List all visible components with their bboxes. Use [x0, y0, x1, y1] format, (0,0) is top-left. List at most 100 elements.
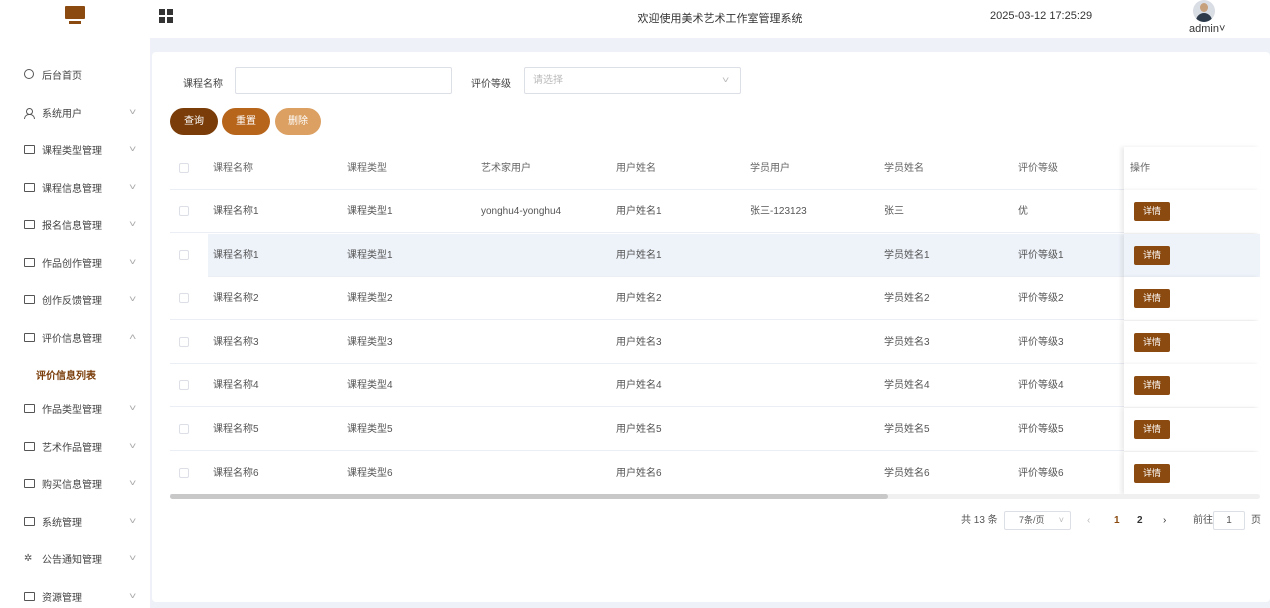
col-student-name-cell: 学员姓名4: [884, 380, 930, 392]
col-student-name-cell: 张三: [884, 206, 904, 217]
col-student-name-cell: 学员姓名3: [884, 336, 930, 348]
table-row[interactable]: 课程名称4 课程类型4 用户姓名4 学员姓名4 评价等级4 详情: [170, 364, 1260, 408]
sidebar-item-artworks[interactable]: 艺术作品管理 ˅: [0, 428, 150, 464]
detail-button[interactable]: 详情: [1134, 420, 1170, 439]
sidebar-item-system-users[interactable]: 系统用户 ˅: [0, 94, 150, 130]
clock-icon: [24, 69, 34, 79]
sidebar-item-enrollment[interactable]: 报名信息管理 ˅: [0, 206, 150, 242]
col-rating-cell: 评价等级6: [1018, 467, 1064, 479]
row-checkbox[interactable]: [179, 380, 189, 391]
scrollbar-thumb[interactable]: [170, 494, 888, 499]
sidebar-item-evaluation[interactable]: 评价信息管理 ˄: [0, 319, 150, 355]
detail-button[interactable]: 详情: [1134, 289, 1170, 309]
col-user-name-cell: 用户姓名1: [616, 249, 662, 261]
col-course-name-cell: 课程名称4: [213, 380, 259, 392]
rating-select[interactable]: 请选择 ˅: [524, 67, 741, 94]
table-horizontal-scrollbar[interactable]: [170, 494, 1260, 499]
chevron-down-icon: ˅: [128, 441, 137, 451]
detail-button[interactable]: 详情: [1134, 332, 1170, 352]
user-menu[interactable]: admin˅: [1189, 23, 1225, 35]
reset-button[interactable]: 重置: [222, 108, 270, 135]
table-row[interactable]: 课程名称2 课程类型2 用户姓名2 学员姓名2 评价等级2 详情: [170, 277, 1260, 321]
sidebar-item-artwork-types[interactable]: 作品类型管理 ˅: [0, 390, 150, 426]
goto-page-input[interactable]: [1213, 511, 1245, 530]
monitor-icon: [24, 591, 35, 601]
sidebar-item-course-info[interactable]: 课程信息管理 ˅: [0, 169, 150, 205]
next-page-button[interactable]: ›: [1163, 511, 1166, 530]
col-user-name-cell: 用户姓名5: [616, 424, 662, 435]
sidebar-item-label: 创作反馈管理: [42, 295, 102, 307]
sidebar-item-creation-feedback[interactable]: 创作反馈管理 ˅: [0, 281, 150, 317]
col-course-name-cell: 课程名称6: [213, 467, 259, 479]
sidebar-item-purchases[interactable]: 购买信息管理 ˅: [0, 465, 150, 501]
table-row[interactable]: 课程名称6 课程类型6 用户姓名6 学员姓名6 评价等级6 详情: [170, 451, 1260, 495]
card-icon: [24, 182, 35, 192]
sidebar-item-label: 艺术作品管理: [42, 442, 102, 454]
course-name-input[interactable]: [235, 67, 452, 94]
table-row[interactable]: 课程名称3 课程类型3 用户姓名3 学员姓名3 评价等级3 详情: [170, 320, 1260, 364]
sidebar-item-announcements[interactable]: ✲ 公告通知管理 ˅: [0, 540, 150, 576]
goto-suffix: 页: [1251, 515, 1261, 526]
col-student-name-header: 学员姓名: [884, 163, 924, 174]
sidebar-item-label: 资源管理: [42, 592, 82, 604]
sidebar-item-home[interactable]: 后台首页: [0, 56, 150, 92]
prev-page-button[interactable]: ‹: [1087, 511, 1090, 530]
sidebar-item-artwork-creation[interactable]: 作品创作管理 ˅: [0, 244, 150, 280]
sidebar-item-label: 购买信息管理: [42, 479, 102, 491]
col-student-name-cell: 学员姓名5: [884, 424, 930, 435]
row-actions-cell: 详情: [1124, 408, 1260, 451]
delete-button[interactable]: 删除: [275, 108, 321, 135]
col-user-name-header: 用户姓名: [616, 163, 656, 174]
row-actions-cell: 详情: [1124, 277, 1260, 321]
col-course-name-cell: 课程名称1: [213, 249, 259, 261]
loading-icon: ✲: [24, 552, 33, 564]
goto-label: 前往: [1193, 515, 1213, 526]
col-course-name-cell: 课程名称2: [213, 293, 259, 305]
chevron-down-icon: ˅: [721, 75, 730, 85]
sidebar-item-system-management[interactable]: 系统管理 ˅: [0, 503, 150, 539]
card-icon: [24, 332, 35, 342]
col-artist-user-cell: yonghu4-yonghu4: [481, 206, 562, 217]
chevron-down-icon: ˅: [128, 478, 137, 488]
page-1-button[interactable]: 1: [1114, 511, 1120, 530]
page-size-select[interactable]: 7条/页 ˅: [1004, 511, 1071, 530]
row-checkbox-cell: [170, 233, 208, 277]
col-course-name-header: 课程名称: [213, 163, 253, 174]
table-row[interactable]: 课程名称1 课程类型1 用户姓名1 学员姓名1 评价等级1 详情: [170, 233, 1260, 277]
row-actions-cell: 详情: [1124, 233, 1260, 277]
row-checkbox[interactable]: [179, 424, 189, 434]
main-content: 课程名称 评价等级 请选择 ˅ 查询 重置 删除 课程名称 课程类型 艺术家用户 用户…: [152, 52, 1270, 602]
page-size-value: 7条/页: [1019, 515, 1045, 525]
sidebar-subitem-label: 评价信息列表: [36, 371, 96, 382]
col-course-name-cell: 课程名称3: [213, 336, 259, 348]
rating-label: 评价等级: [471, 79, 511, 90]
table-row[interactable]: 课程名称5 课程类型5 用户姓名5 学员姓名5 评价等级5 详情: [170, 408, 1260, 451]
sidebar-item-label: 报名信息管理: [42, 220, 102, 232]
sidebar-item-label: 公告通知管理: [42, 554, 102, 566]
sidebar-item-label: 系统管理: [42, 517, 82, 529]
row-checkbox[interactable]: [179, 336, 189, 347]
col-course-type-cell: 课程类型5: [347, 424, 393, 435]
col-rating-cell: 评价等级5: [1018, 424, 1064, 435]
col-user-name-cell: 用户姓名6: [616, 467, 662, 479]
table-row[interactable]: 课程名称1 课程类型1 yonghu4-yonghu4 用户姓名1 张三-123123 张…: [170, 190, 1260, 233]
select-all-checkbox[interactable]: [179, 163, 189, 173]
sidebar-subitem-evaluation-list[interactable]: 评价信息列表: [10, 359, 150, 387]
detail-button[interactable]: 详情: [1134, 245, 1170, 265]
chevron-down-icon: ˅: [128, 516, 137, 526]
page-2-button[interactable]: 2: [1137, 511, 1143, 530]
avatar[interactable]: [1193, 0, 1215, 22]
row-checkbox[interactable]: [179, 249, 189, 260]
row-checkbox[interactable]: [179, 206, 189, 216]
row-checkbox[interactable]: [179, 293, 189, 304]
query-button[interactable]: 查询: [170, 108, 218, 135]
row-actions-cell: 详情: [1124, 320, 1260, 364]
system-title: 欢迎使用美术艺术工作室管理系统: [637, 13, 803, 25]
detail-button[interactable]: 详情: [1134, 463, 1170, 483]
sidebar-item-course-types[interactable]: 课程类型管理 ˅: [0, 131, 150, 167]
menu-grid-icon[interactable]: [159, 9, 173, 23]
row-checkbox[interactable]: [179, 467, 189, 478]
sidebar-item-resources[interactable]: 资源管理 ˅: [0, 578, 150, 608]
detail-button[interactable]: 详情: [1134, 376, 1170, 396]
detail-button[interactable]: 详情: [1134, 202, 1170, 221]
